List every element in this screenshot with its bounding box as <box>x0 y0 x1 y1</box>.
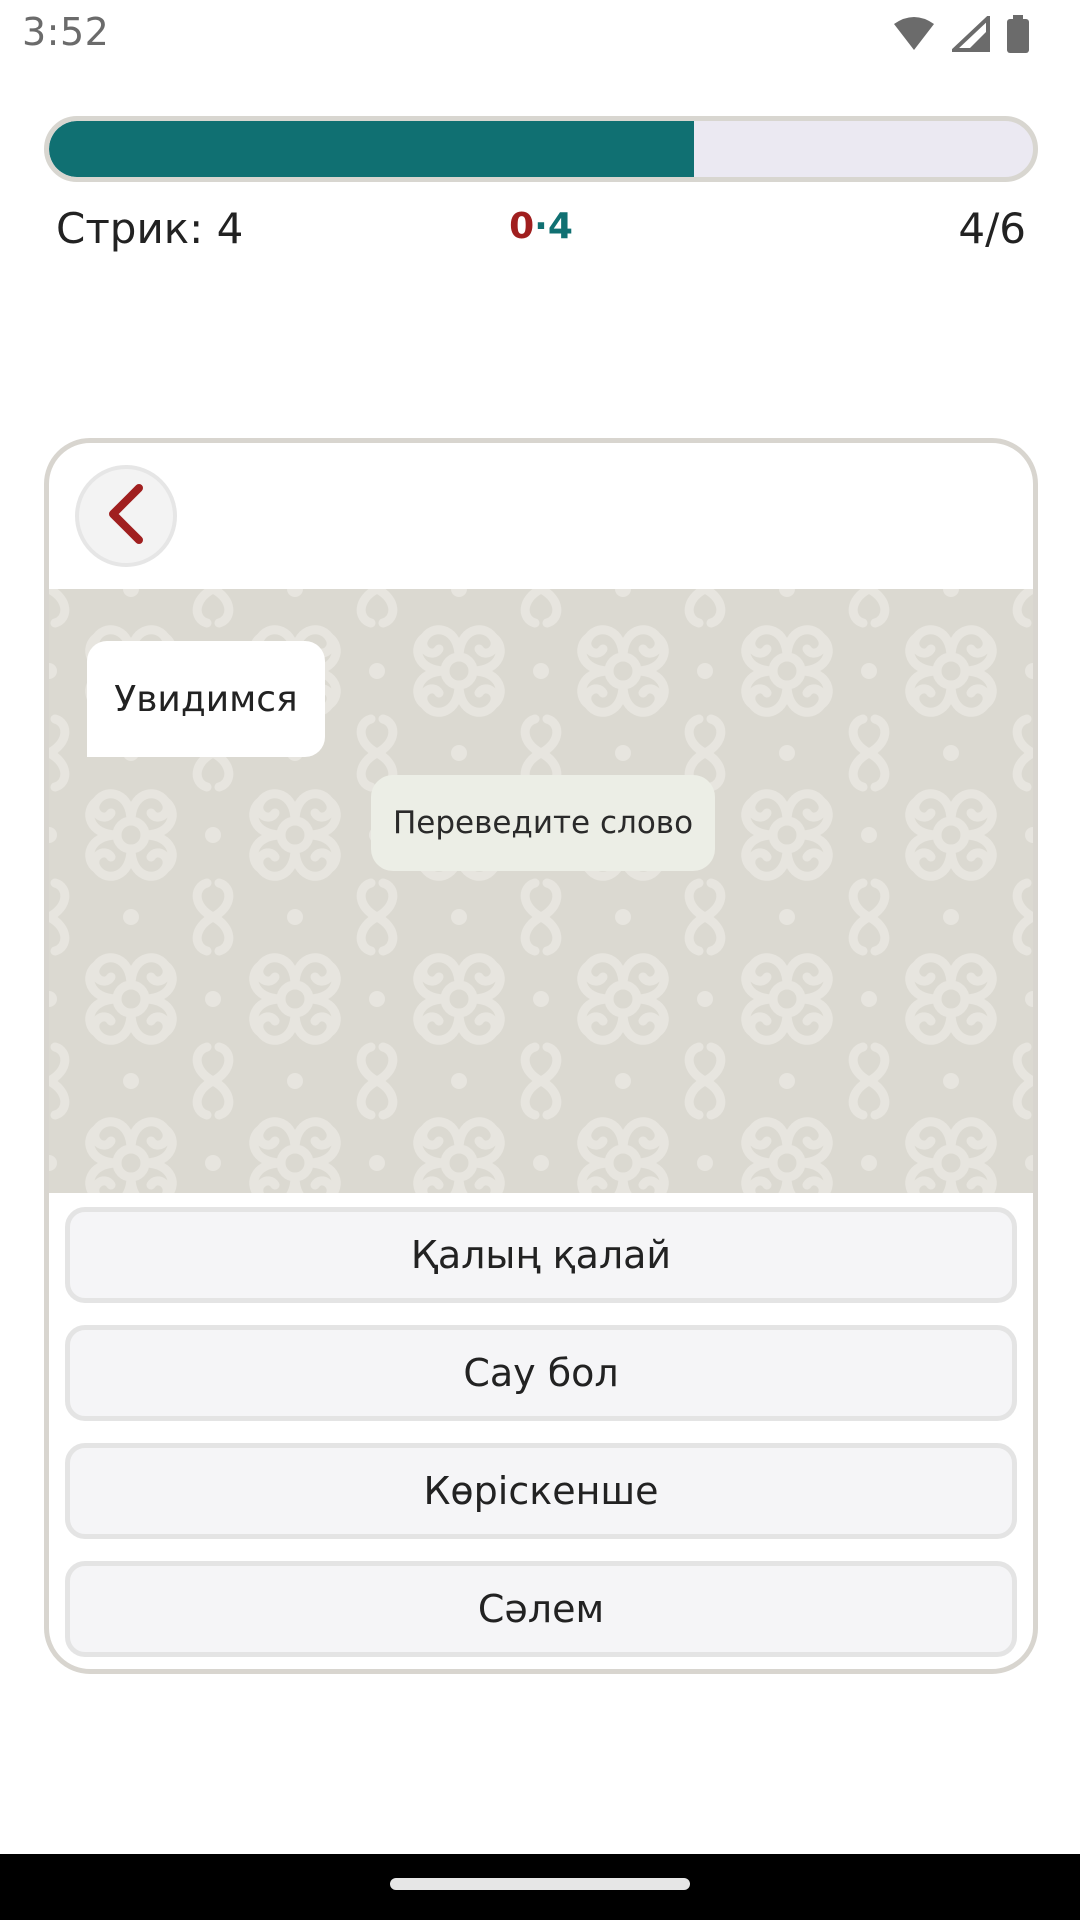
status-bar: 3:52 <box>0 0 1080 70</box>
score: 0·4 <box>56 206 1026 247</box>
message-bubble: Увидимся <box>87 641 325 757</box>
home-indicator[interactable] <box>390 1878 690 1890</box>
score-separator: · <box>534 206 548 247</box>
status-time: 3:52 <box>22 10 110 54</box>
cellular-signal-icon <box>952 16 990 52</box>
chevron-left-icon <box>103 484 149 548</box>
lesson-progress-fill <box>49 121 694 177</box>
instruction-hint: Переведите слово <box>371 775 715 871</box>
wifi-icon <box>892 16 936 52</box>
answer-option[interactable]: Көріскенше <box>65 1443 1017 1539</box>
score-right: 4 <box>547 206 573 247</box>
question-counter: 4/6 <box>958 204 1026 253</box>
score-wrong: 0 <box>509 206 535 247</box>
answer-option[interactable]: Сәлем <box>65 1561 1017 1657</box>
battery-icon <box>1006 15 1030 53</box>
stats-row: Стрик: 4 0·4 4/6 <box>56 204 1026 260</box>
chat-area: Увидимся Переведите слово <box>49 589 1033 1193</box>
back-button[interactable] <box>75 465 177 567</box>
question-card: Увидимся Переведите слово Қалың қалай Са… <box>44 438 1038 1674</box>
answer-option[interactable]: Сау бол <box>65 1325 1017 1421</box>
status-icons <box>892 14 1030 54</box>
answer-option[interactable]: Қалың қалай <box>65 1207 1017 1303</box>
system-navigation-bar <box>0 1854 1080 1920</box>
lesson-progress-bar <box>44 116 1038 182</box>
answer-options: Қалың қалай Сау бол Көріскенше Сәлем <box>65 1207 1017 1669</box>
quiz-screen: 3:52 Стрик: 4 0·4 4/6 Увидимся Переведит… <box>0 0 1080 1920</box>
